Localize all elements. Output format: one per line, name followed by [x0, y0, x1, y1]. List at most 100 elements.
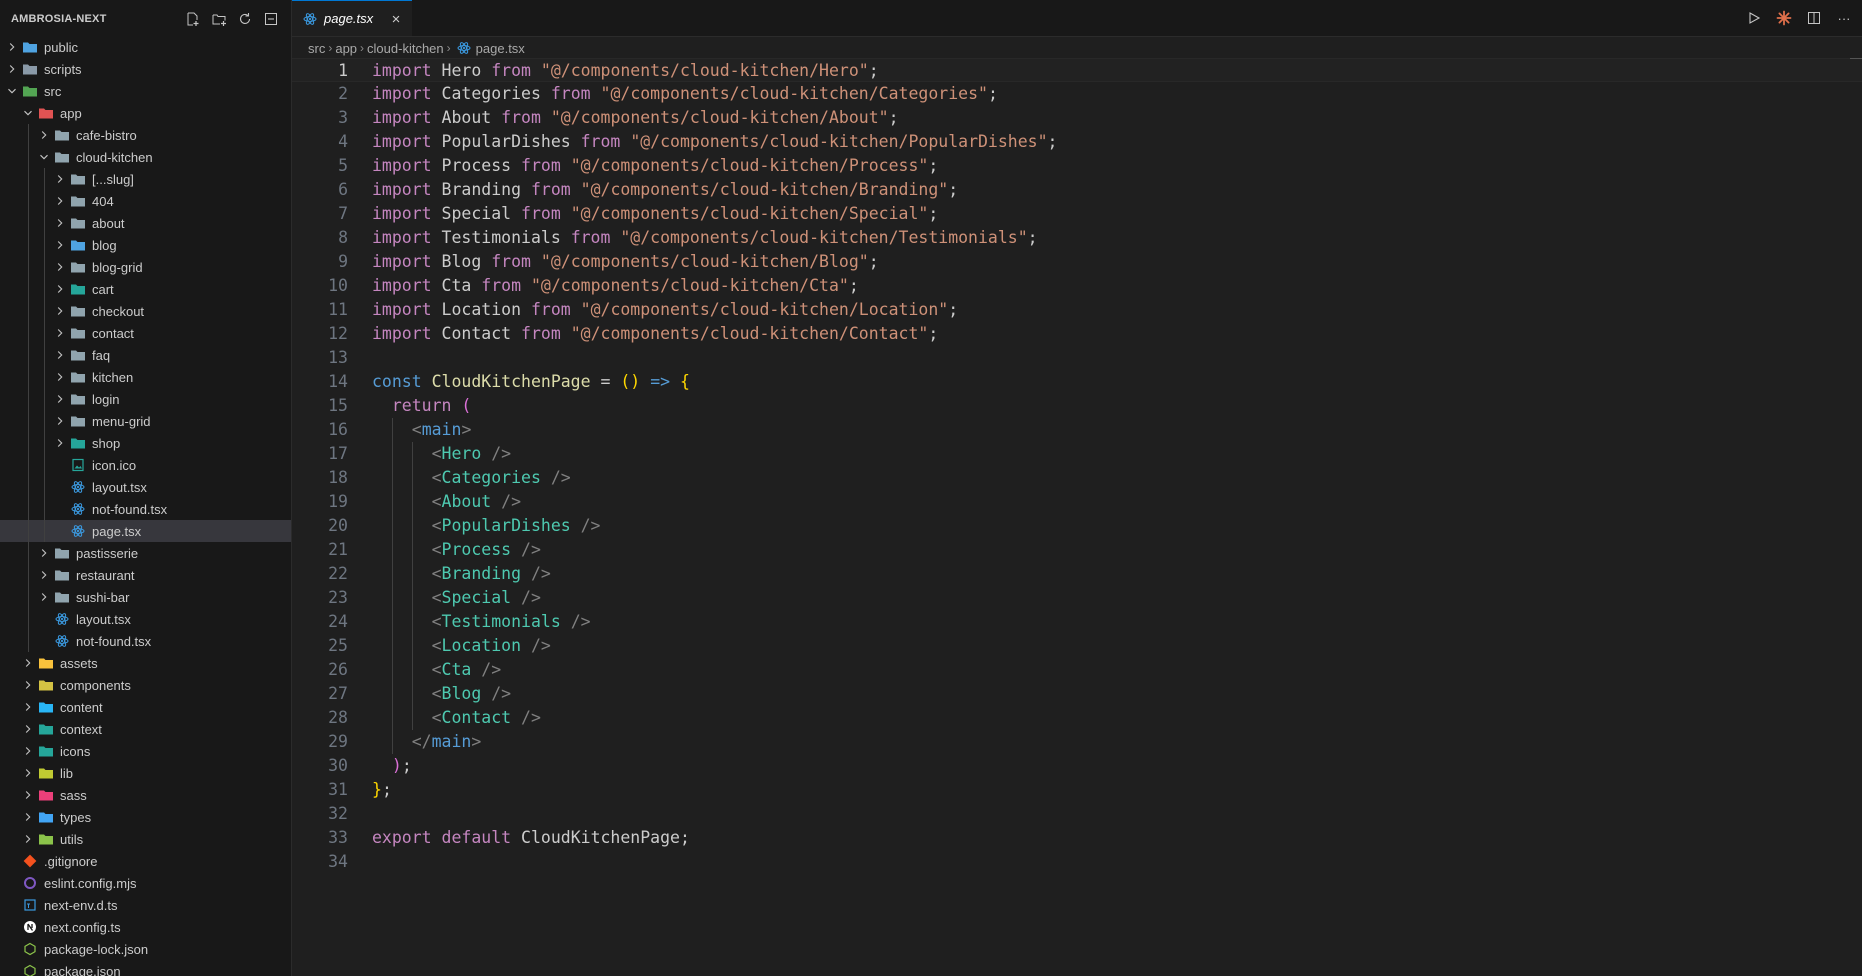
code-line[interactable]: 31};	[292, 778, 1862, 802]
code-line[interactable]: 8 import Testimonials from "@/components/…	[292, 226, 1862, 250]
code-line[interactable]: 24 <Testimonials />	[292, 610, 1862, 634]
chevron-right-icon[interactable]	[52, 369, 68, 385]
tree-folder-item[interactable]: lib	[0, 762, 291, 784]
claude-icon[interactable]	[1776, 10, 1792, 26]
tree-folder-item[interactable]: 404	[0, 190, 291, 212]
tree-folder-item[interactable]: content	[0, 696, 291, 718]
chevron-right-icon[interactable]	[20, 655, 36, 671]
code-line[interactable]: 26 <Cta />	[292, 658, 1862, 682]
code-line[interactable]: 21 <Process />	[292, 538, 1862, 562]
tree-folder-item[interactable]: kitchen	[0, 366, 291, 388]
tree-file-item[interactable]: .gitignore	[0, 850, 291, 872]
code-line[interactable]: 34	[292, 850, 1862, 874]
chevron-right-icon[interactable]	[20, 721, 36, 737]
new-folder-icon[interactable]	[211, 11, 227, 27]
tree-folder-item[interactable]: blog	[0, 234, 291, 256]
code-line[interactable]: 10 import Cta from "@/components/cloud-ki…	[292, 274, 1862, 298]
breadcrumb-item[interactable]: src	[308, 41, 325, 56]
code-line[interactable]: 12 import Contact from "@/components/clou…	[292, 322, 1862, 346]
code-line[interactable]: 28 <Contact />	[292, 706, 1862, 730]
code-line[interactable]: 7 import Special from "@/components/cloud…	[292, 202, 1862, 226]
tree-file-item[interactable]: next.config.ts	[0, 916, 291, 938]
chevron-right-icon[interactable]	[36, 127, 52, 143]
tree-file-item[interactable]: not-found.tsx	[0, 498, 291, 520]
tree-folder-item[interactable]: login	[0, 388, 291, 410]
code-line[interactable]: 20 <PopularDishes />	[292, 514, 1862, 538]
chevron-right-icon[interactable]	[52, 281, 68, 297]
tree-folder-item[interactable]: types	[0, 806, 291, 828]
tree-folder-item[interactable]: public	[0, 36, 291, 58]
breadcrumb-item[interactable]: app	[335, 41, 357, 56]
tree-folder-item[interactable]: cart	[0, 278, 291, 300]
tab-page-tsx[interactable]: page.tsx ×	[292, 0, 412, 36]
code-line[interactable]: 22 <Branding />	[292, 562, 1862, 586]
chevron-right-icon[interactable]	[36, 567, 52, 583]
chevron-down-icon[interactable]	[4, 83, 20, 99]
tree-folder-item[interactable]: components	[0, 674, 291, 696]
code-line[interactable]: 15 return (	[292, 394, 1862, 418]
tree-folder-item[interactable]: about	[0, 212, 291, 234]
tree-file-item[interactable]: layout.tsx	[0, 476, 291, 498]
breadcrumb-item[interactable]: cloud-kitchen	[367, 41, 444, 56]
chevron-right-icon[interactable]	[52, 435, 68, 451]
code-line[interactable]: 6 import Branding from "@/components/clou…	[292, 178, 1862, 202]
tree-file-item[interactable]: next-env.d.ts	[0, 894, 291, 916]
tree-folder-item[interactable]: scripts	[0, 58, 291, 80]
tree-folder-item[interactable]: src	[0, 80, 291, 102]
chevron-right-icon[interactable]	[52, 193, 68, 209]
code-line[interactable]: 4 import PopularDishes from "@/components…	[292, 130, 1862, 154]
chevron-right-icon[interactable]	[52, 215, 68, 231]
collapse-all-icon[interactable]	[263, 11, 279, 27]
tree-file-item[interactable]: not-found.tsx	[0, 630, 291, 652]
code-editor[interactable]: 1 import Hero from "@/components/cloud-ki…	[292, 58, 1862, 874]
code-line[interactable]: 29 </main>	[292, 730, 1862, 754]
tree-folder-item[interactable]: utils	[0, 828, 291, 850]
chevron-right-icon[interactable]	[52, 347, 68, 363]
chevron-right-icon[interactable]	[20, 809, 36, 825]
split-editor-icon[interactable]	[1806, 10, 1822, 26]
chevron-right-icon[interactable]	[52, 237, 68, 253]
code-line[interactable]: 19 <About />	[292, 490, 1862, 514]
chevron-right-icon[interactable]	[4, 39, 20, 55]
code-line[interactable]: 13	[292, 346, 1862, 370]
tree-folder-item[interactable]: blog-grid	[0, 256, 291, 278]
tree-folder-item[interactable]: menu-grid	[0, 410, 291, 432]
tree-folder-item[interactable]: context	[0, 718, 291, 740]
new-file-icon[interactable]	[185, 11, 201, 27]
tree-file-item[interactable]: page.tsx	[0, 520, 291, 542]
chevron-right-icon[interactable]	[36, 545, 52, 561]
code-line[interactable]: 18 <Categories />	[292, 466, 1862, 490]
code-line[interactable]: 30 );	[292, 754, 1862, 778]
chevron-right-icon[interactable]	[20, 765, 36, 781]
chevron-down-icon[interactable]	[36, 149, 52, 165]
code-line[interactable]: 17 <Hero />	[292, 442, 1862, 466]
tree-folder-item[interactable]: cloud-kitchen	[0, 146, 291, 168]
tree-file-item[interactable]: package-lock.json	[0, 938, 291, 960]
tree-folder-item[interactable]: contact	[0, 322, 291, 344]
chevron-right-icon[interactable]	[52, 413, 68, 429]
code-line[interactable]: 11 import Location from "@/components/clo…	[292, 298, 1862, 322]
chevron-right-icon[interactable]	[52, 303, 68, 319]
chevron-right-icon[interactable]	[52, 391, 68, 407]
refresh-icon[interactable]	[237, 11, 253, 27]
code-line[interactable]: 25 <Location />	[292, 634, 1862, 658]
tree-folder-item[interactable]: sushi-bar	[0, 586, 291, 608]
breadcrumb-item[interactable]: page.tsx	[476, 41, 525, 56]
chevron-right-icon[interactable]	[20, 699, 36, 715]
tree-file-item[interactable]: icon.ico	[0, 454, 291, 476]
tree-file-item[interactable]: package.json	[0, 960, 291, 976]
code-line[interactable]: 27 <Blog />	[292, 682, 1862, 706]
chevron-right-icon[interactable]	[52, 325, 68, 341]
chevron-right-icon[interactable]	[20, 677, 36, 693]
code-line[interactable]: 33 export default CloudKitchenPage;	[292, 826, 1862, 850]
chevron-right-icon[interactable]	[20, 787, 36, 803]
run-icon[interactable]	[1746, 10, 1762, 26]
tree-folder-item[interactable]: faq	[0, 344, 291, 366]
tree-folder-item[interactable]: [...slug]	[0, 168, 291, 190]
code-line[interactable]: 14 const CloudKitchenPage = () => {	[292, 370, 1862, 394]
tree-folder-item[interactable]: sass	[0, 784, 291, 806]
more-actions-icon[interactable]: ···	[1836, 10, 1852, 26]
code-line[interactable]: 23 <Special />	[292, 586, 1862, 610]
tree-folder-item[interactable]: cafe-bistro	[0, 124, 291, 146]
chevron-right-icon[interactable]	[52, 171, 68, 187]
